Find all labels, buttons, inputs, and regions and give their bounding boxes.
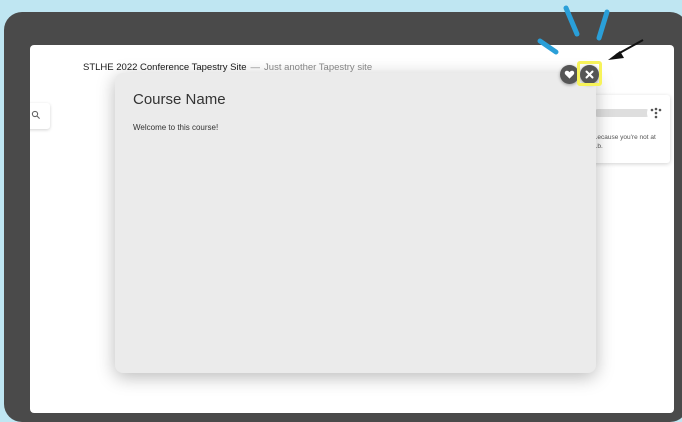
highlight-ray-2 bbox=[563, 5, 580, 37]
highlight-ray-1 bbox=[537, 38, 559, 55]
annotation-overlay bbox=[537, 5, 644, 60]
highlight-ray-3 bbox=[596, 9, 610, 41]
